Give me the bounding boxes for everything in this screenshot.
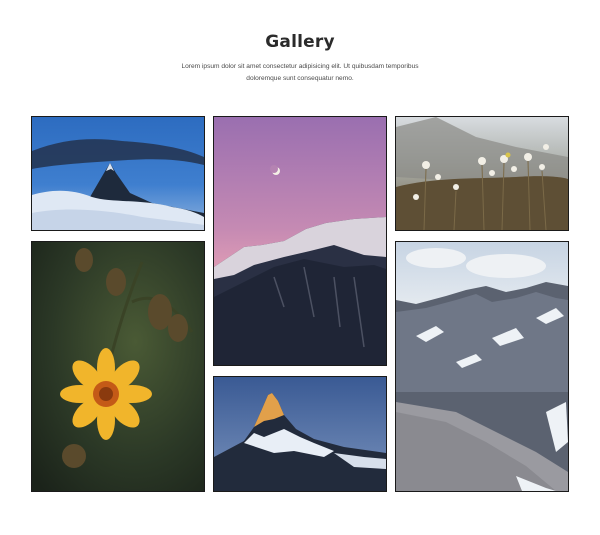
wildflowers-photo xyxy=(396,117,568,230)
gallery-image-rocky-valley[interactable] xyxy=(395,241,569,492)
yellow-flower-photo xyxy=(32,242,204,491)
matterhorn-photo xyxy=(214,377,386,491)
moon-mountain-photo xyxy=(214,117,386,365)
gallery-description: Lorem ipsum dolor sit amet consectetur a… xyxy=(181,63,419,82)
mountain-clouds-photo xyxy=(32,117,204,230)
gallery-image-wildflowers[interactable] xyxy=(395,116,569,231)
gallery-image-matterhorn[interactable] xyxy=(213,376,387,492)
gallery-title: Gallery xyxy=(265,32,335,52)
gallery-image-moon-mountain[interactable] xyxy=(213,116,387,366)
gallery-image-yellow-flower[interactable] xyxy=(31,241,205,492)
rocky-valley-photo xyxy=(396,242,568,491)
gallery-image-mountain-clouds[interactable] xyxy=(31,116,205,231)
